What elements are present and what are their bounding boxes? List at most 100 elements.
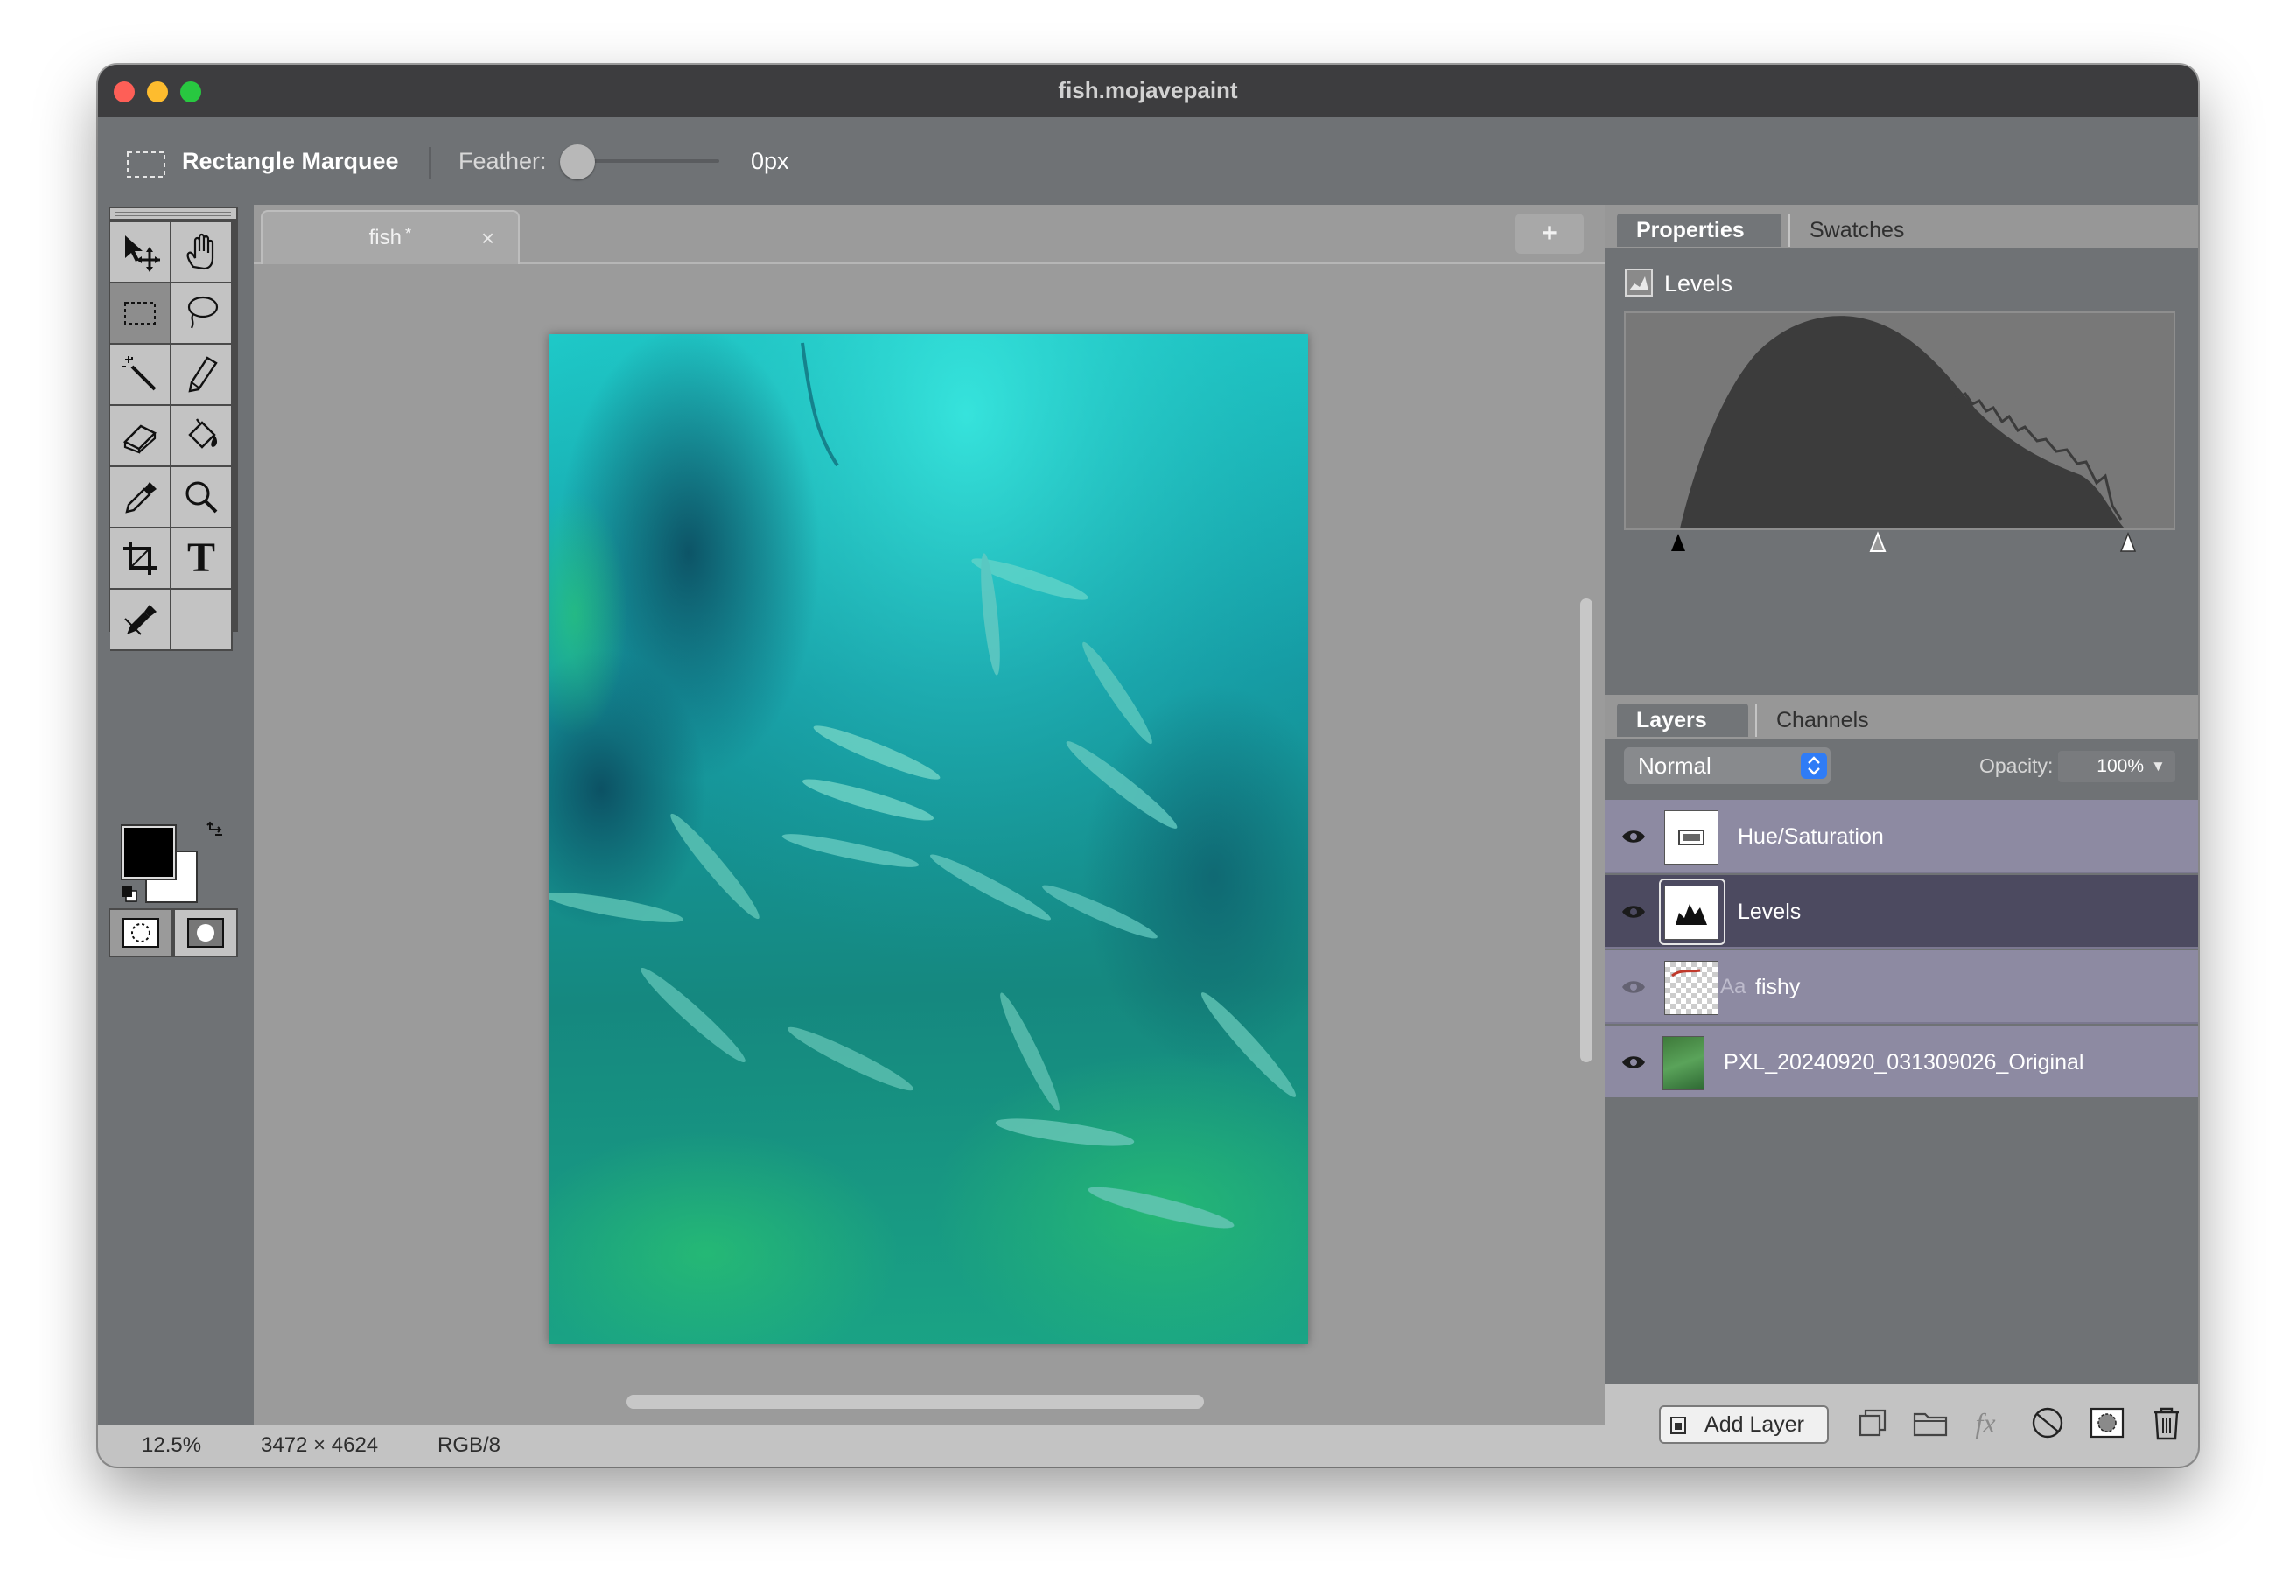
- window-title: fish.mojavepaint: [1058, 77, 1238, 103]
- eraser-tool[interactable]: [110, 406, 172, 467]
- zoom-icon: [186, 481, 218, 514]
- options-bar: Rectangle Marquee Feather: 0px: [98, 117, 2198, 205]
- layer-row-levels[interactable]: Levels: [1605, 875, 2198, 948]
- modified-marker: *: [404, 225, 411, 242]
- opacity-label: Opacity:: [1979, 754, 2054, 777]
- empty-tool-slot: [172, 590, 233, 651]
- document-tab[interactable]: fish * ×: [261, 210, 520, 264]
- layer-effects-fx-icon[interactable]: fx: [1956, 1404, 2014, 1442]
- standard-mode-button[interactable]: [110, 910, 172, 956]
- rectangle-marquee-icon: [124, 302, 156, 325]
- paint-bucket-icon: [188, 418, 218, 449]
- gamma-slider[interactable]: [1869, 531, 1886, 552]
- layer-mask-icon[interactable]: [2088, 1404, 2126, 1442]
- feather-value: 0px: [751, 148, 789, 174]
- white-point-slider[interactable]: [2119, 531, 2137, 552]
- text-layer-type-icon: Aa: [1720, 975, 1746, 998]
- tab-layers[interactable]: Layers: [1617, 704, 1748, 737]
- layers-tab-bar: Layers Channels: [1605, 695, 2198, 738]
- document-canvas-image[interactable]: [549, 334, 1308, 1344]
- document-tab-label: fish: [368, 226, 402, 249]
- rectangle-marquee-tool[interactable]: [110, 284, 172, 345]
- text-tool[interactable]: T: [172, 528, 233, 590]
- quick-mask-mode-button[interactable]: [175, 910, 236, 956]
- tool-grid: T: [110, 222, 238, 651]
- active-tool-name: Rectangle Marquee: [182, 148, 399, 174]
- crop-tool[interactable]: [110, 528, 172, 590]
- chevron-updown-icon: [1808, 756, 1820, 775]
- tab-channels[interactable]: Channels: [1755, 704, 1922, 737]
- document-dimensions: 3472 × 4624: [261, 1433, 379, 1457]
- histogram-graph: [1680, 316, 2124, 528]
- layers-empty-area: [1605, 1097, 2198, 1423]
- text-layer-preview-icon: [1671, 969, 1701, 977]
- properties-tab-bar: Properties Swatches: [1605, 205, 2198, 248]
- lasso-icon: [187, 296, 219, 329]
- new-group-folder-icon[interactable]: [1911, 1404, 1950, 1442]
- hue-saturation-icon: [1678, 830, 1704, 845]
- pencil-tool[interactable]: [172, 345, 233, 406]
- duplicate-layer-icon[interactable]: [1853, 1404, 1892, 1442]
- magic-wand-tool[interactable]: [110, 345, 172, 406]
- levels-adjustment-icon: [1625, 269, 1653, 297]
- default-colors-icon[interactable]: [119, 884, 140, 905]
- layer-row-fishy[interactable]: Aa fishy: [1605, 950, 2198, 1024]
- visibility-eye-icon[interactable]: [1620, 824, 1647, 849]
- levels-histogram: [1624, 312, 2175, 530]
- horizontal-scrollbar[interactable]: [626, 1395, 1204, 1409]
- color-sampler-icon: [124, 605, 157, 635]
- close-tab-icon[interactable]: ×: [481, 212, 494, 264]
- feather-slider-knob[interactable]: [560, 144, 595, 179]
- eraser-icon: [122, 424, 158, 454]
- layer-row-photo[interactable]: PXL_20240920_031309026_Original: [1605, 1026, 2198, 1099]
- quick-mask-icon: [187, 918, 224, 948]
- pencil-icon: [188, 356, 218, 393]
- move-icon: [125, 235, 160, 272]
- visibility-eye-icon[interactable]: [1620, 975, 1647, 999]
- layer-thumbnail: [1664, 961, 1718, 1015]
- black-point-slider[interactable]: [1671, 534, 1685, 551]
- lasso-tool[interactable]: [172, 284, 233, 345]
- layer-name: fishy: [1755, 975, 1801, 999]
- paint-bucket-tool[interactable]: [172, 406, 233, 467]
- app-window: fish.mojavepaint Rectangle Marquee Feath…: [98, 65, 2198, 1466]
- tab-swatches[interactable]: Swatches: [1788, 214, 1946, 247]
- layer-name: Hue/Saturation: [1738, 824, 1884, 849]
- opacity-dropdown-arrow[interactable]: ▼: [2151, 751, 2166, 782]
- levels-title: Levels: [1664, 270, 1733, 297]
- trash-icon[interactable]: [2147, 1404, 2186, 1442]
- layer-thumbnail: [1662, 1036, 1704, 1090]
- swap-colors-icon[interactable]: [205, 819, 228, 842]
- standard-mode-icon: [122, 918, 159, 948]
- levels-input-sliders: [1671, 531, 2137, 552]
- color-sampler-tool[interactable]: [110, 590, 172, 651]
- adjustment-layer-icon[interactable]: [2028, 1404, 2067, 1442]
- magic-wand-icon: [122, 356, 157, 391]
- toolbox: T: [108, 206, 238, 957]
- new-tab-button[interactable]: +: [1516, 214, 1584, 254]
- visibility-eye-icon[interactable]: [1620, 900, 1647, 924]
- visibility-eye-icon[interactable]: [1620, 1050, 1647, 1074]
- vertical-scrollbar[interactable]: [1580, 598, 1592, 1062]
- feather-label: Feather:: [458, 148, 547, 174]
- zoom-level[interactable]: 12.5%: [142, 1424, 201, 1466]
- hand-icon: [186, 233, 214, 270]
- eyedropper-tool[interactable]: [110, 467, 172, 528]
- tab-properties[interactable]: Properties: [1617, 214, 1782, 247]
- add-layer-label: Add Layer: [1704, 1412, 1804, 1437]
- layer-thumbnail: [1664, 810, 1718, 864]
- layer-row-hue-saturation[interactable]: Hue/Saturation: [1605, 800, 2198, 873]
- move-tool[interactable]: [110, 222, 172, 284]
- color-mode: RGB/8: [438, 1433, 501, 1457]
- layer-name: PXL_20240920_031309026_Original: [1724, 1050, 2084, 1074]
- foreground-color-swatch[interactable]: [122, 826, 175, 878]
- rectangle-marquee-icon: [127, 151, 165, 178]
- opacity-value: 100%: [2096, 756, 2144, 776]
- levels-icon: [1676, 904, 1707, 925]
- blend-mode-stepper[interactable]: [1801, 752, 1827, 779]
- hand-tool[interactable]: [172, 222, 233, 284]
- toolbox-grip[interactable]: [108, 206, 238, 220]
- zoom-tool[interactable]: [172, 467, 233, 528]
- text-tool-glyph: T: [186, 535, 215, 581]
- fish-photo: [549, 334, 1308, 1344]
